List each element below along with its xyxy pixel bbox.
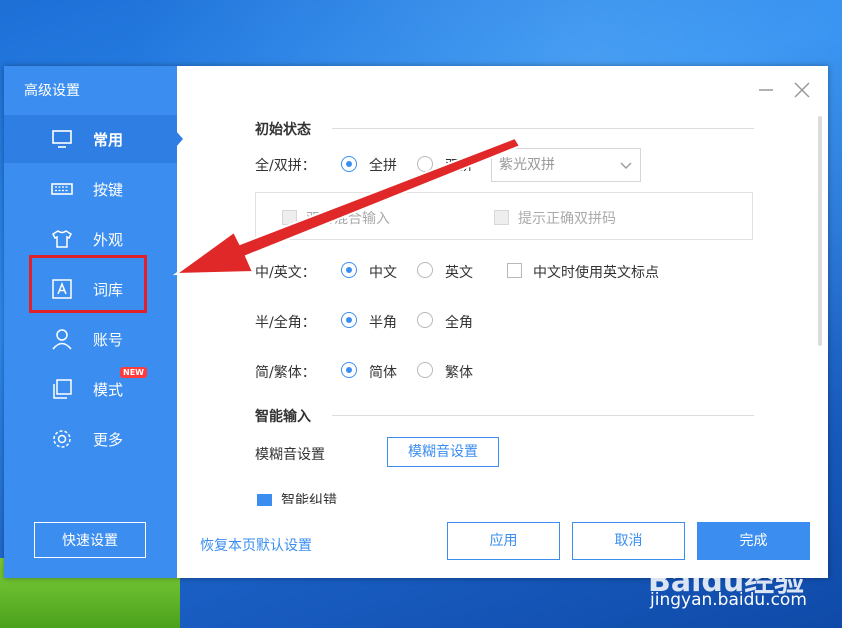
pinyin-label: 全/双拼：	[255, 158, 316, 174]
option-label: 提示正确双拼码	[518, 211, 616, 227]
option-label: 双拼	[445, 158, 473, 174]
sidebar-item-account[interactable]: 账号	[4, 315, 177, 363]
watermark-url: jingyan.baidu.com	[650, 590, 807, 610]
tshirt-icon	[52, 230, 72, 248]
option-label: 全角	[445, 315, 473, 331]
gear-icon	[53, 430, 71, 448]
radio-english[interactable]	[417, 262, 433, 278]
option-label: 简体	[369, 365, 397, 381]
double-pinyin-subpanel: 双拼混合输入 提示正确双拼码	[255, 192, 753, 240]
monitor-icon	[52, 130, 72, 148]
option-label: 全拼	[369, 158, 397, 174]
radio-half-width[interactable]	[341, 312, 357, 328]
sidebar-item-label: 模式	[93, 381, 124, 399]
radio-double-pinyin[interactable]	[417, 156, 433, 172]
script-label: 简/繁体：	[255, 365, 316, 381]
sidebar-item-label: 按键	[93, 181, 124, 199]
cancel-button[interactable]: 取消	[572, 522, 685, 560]
radio-simplified[interactable]	[341, 362, 357, 378]
sidebar-item-label: 常用	[93, 131, 124, 149]
quick-settings-button[interactable]: 快速设置	[34, 522, 146, 558]
sidebar-item-keys[interactable]: 按键	[4, 165, 177, 213]
lang-label: 中/英文：	[255, 265, 316, 281]
section-initial-state: 初始状态	[255, 122, 311, 138]
checkbox-english-punct[interactable]	[507, 263, 522, 278]
user-icon	[52, 329, 72, 350]
dialog-title: 高级设置	[24, 83, 80, 99]
option-label: 英文	[445, 265, 473, 281]
sidebar-item-label: 账号	[93, 331, 124, 349]
option-label: 半角	[369, 315, 397, 331]
fuzzy-settings-button[interactable]: 模糊音设置	[387, 437, 499, 467]
apply-button[interactable]: 应用	[447, 522, 560, 560]
option-label-partial: 智能纠错	[281, 493, 337, 504]
section-smart-input: 智能输入	[255, 409, 311, 425]
radio-full-width[interactable]	[417, 312, 433, 328]
width-label: 半/全角：	[255, 315, 316, 331]
sidebar: 高级设置 常用 按键 外观 词库 账号 模式 NEW 更多 快速设置	[4, 66, 183, 578]
checkbox-hint-code[interactable]	[494, 210, 509, 225]
option-label: 双拼混合输入	[306, 211, 390, 227]
option-label: 中文时使用英文标点	[533, 265, 659, 281]
select-value: 紫光双拼	[499, 157, 555, 173]
radio-traditional[interactable]	[417, 362, 433, 378]
scrollbar[interactable]	[818, 116, 822, 346]
sidebar-item-mode[interactable]: 模式 NEW	[4, 365, 177, 413]
highlight-annotation-box	[29, 255, 147, 313]
radio-full-pinyin[interactable]	[341, 156, 357, 172]
sidebar-item-common[interactable]: 常用	[4, 115, 183, 163]
advanced-settings-dialog: 高级设置 常用 按键 外观 词库 账号 模式 NEW 更多 快速设置 初始状态 …	[4, 66, 828, 578]
sidebar-item-label: 更多	[93, 431, 124, 449]
option-label: 中文	[369, 265, 397, 281]
sidebar-item-label: 外观	[93, 231, 124, 249]
checkbox-mixed-input[interactable]	[282, 210, 297, 225]
done-button[interactable]: 完成	[697, 522, 810, 560]
section-divider	[332, 128, 754, 129]
double-pinyin-select[interactable]: 紫光双拼	[491, 148, 641, 182]
section-divider	[332, 415, 754, 416]
restore-defaults-link[interactable]: 恢复本页默认设置	[200, 535, 312, 555]
settings-content: 初始状态 全/双拼： 全拼 双拼 紫光双拼 双拼混合输入 提示正确双拼码 中/英…	[177, 66, 828, 578]
option-label: 繁体	[445, 365, 473, 381]
copy-icon	[53, 379, 72, 399]
new-badge: NEW	[120, 367, 147, 378]
fuzzy-label: 模糊音设置	[255, 447, 325, 463]
chevron-down-icon	[620, 162, 632, 169]
radio-chinese[interactable]	[341, 262, 357, 278]
sidebar-item-more[interactable]: 更多	[4, 415, 177, 463]
keyboard-icon	[51, 183, 73, 195]
